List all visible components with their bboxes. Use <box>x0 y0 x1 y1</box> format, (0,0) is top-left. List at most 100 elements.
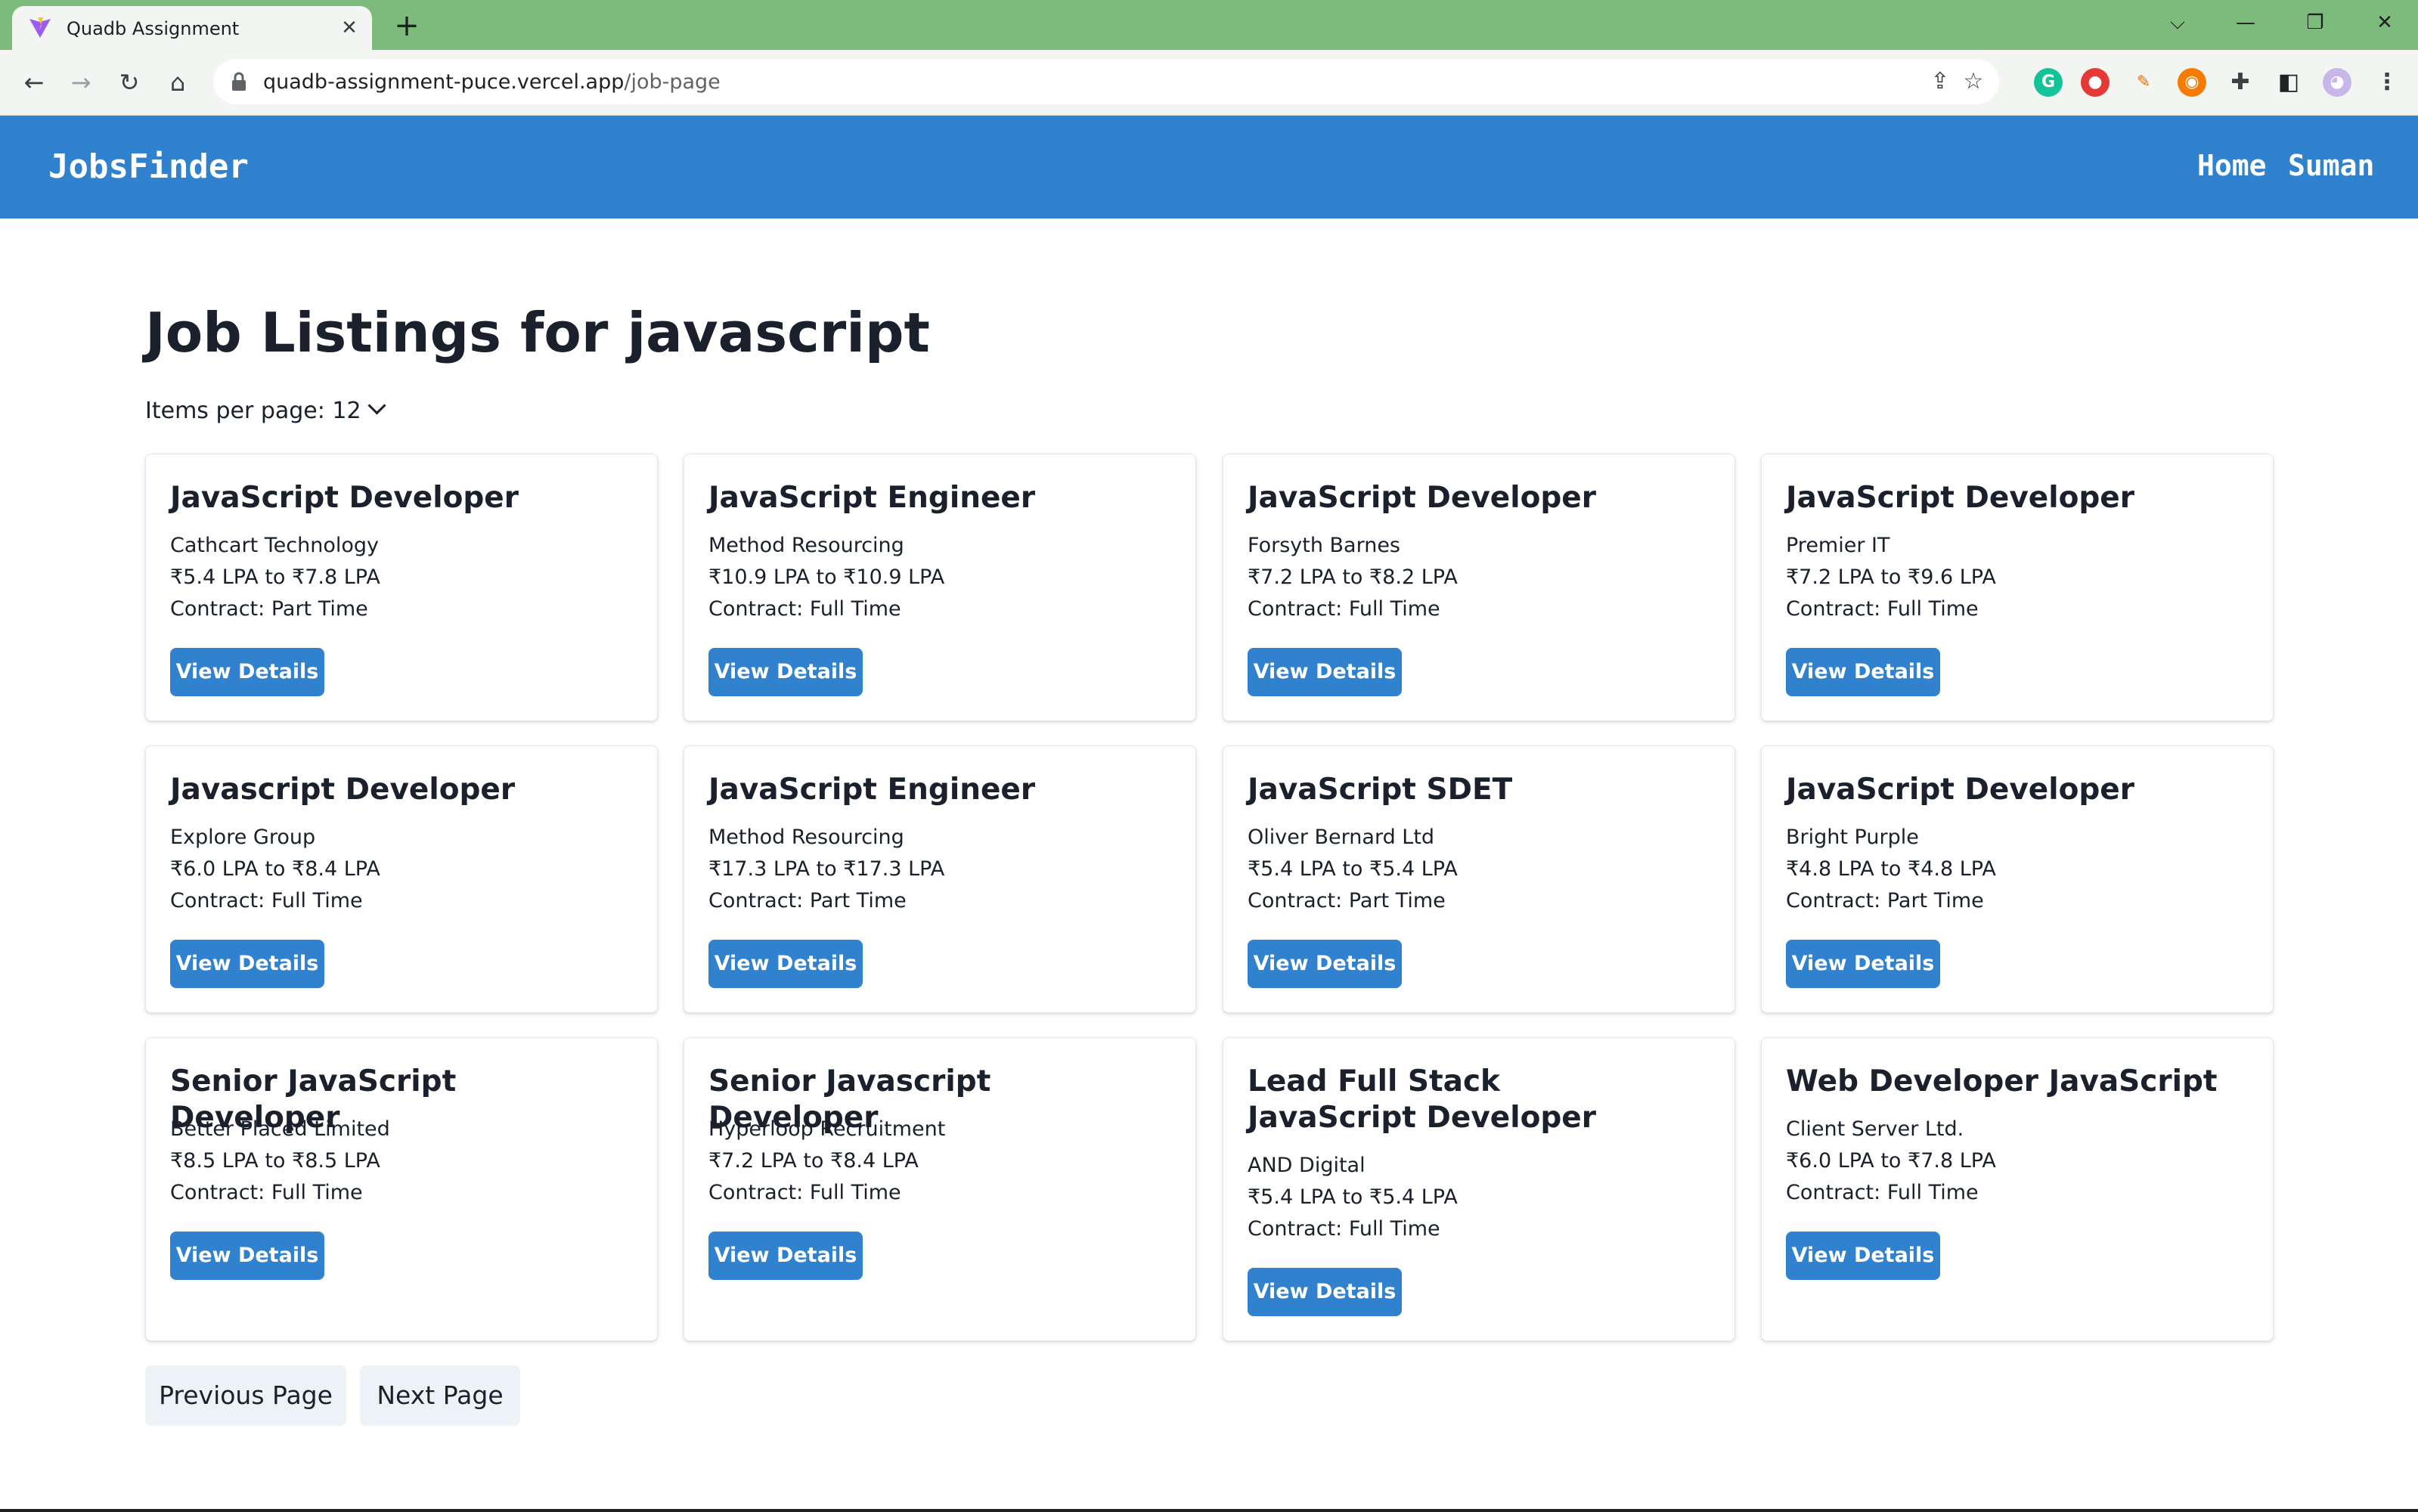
job-company: Premier IT <box>1786 534 1890 557</box>
view-details-button[interactable]: View Details <box>1786 940 1940 988</box>
url-path: /job-page <box>624 70 721 94</box>
view-details-button[interactable]: View Details <box>170 648 324 696</box>
browser-tab-active[interactable]: Quadb Assignment ✕ <box>12 6 372 50</box>
job-company: Method Resourcing <box>708 826 904 849</box>
reload-icon[interactable]: ↻ <box>112 65 147 100</box>
grammarly-extension-icon[interactable]: G <box>2034 68 2063 97</box>
home-icon[interactable]: ⌂ <box>160 65 195 100</box>
chevron-down-icon <box>367 396 386 415</box>
new-tab-plus-icon[interactable]: + <box>390 11 423 44</box>
view-details-button[interactable]: View Details <box>1248 1268 1402 1316</box>
job-contract: Contract: Full Time <box>708 597 901 621</box>
job-company: Forsyth Barnes <box>1248 534 1400 557</box>
view-details-button[interactable]: View Details <box>708 1232 863 1280</box>
url-text: quadb-assignment-puce.vercel.app/job-pag… <box>263 70 721 94</box>
job-contract: Contract: Full Time <box>170 1181 363 1204</box>
browser-menu-icon[interactable]: ⋮ <box>2373 68 2401 97</box>
browser-toolbar: ← → ↻ ⌂ quadb-assignment-puce.vercel.app… <box>0 50 2418 116</box>
job-contract: Contract: Full Time <box>1786 1181 1979 1204</box>
job-salary: ₹7.2 LPA to ₹8.2 LPA <box>1248 565 1458 589</box>
job-card: Web Developer JavaScript Client Server L… <box>1761 1037 2274 1341</box>
job-company: Bright Purple <box>1786 826 1919 849</box>
job-company: Client Server Ltd. <box>1786 1117 1964 1141</box>
tab-title: Quadb Assignment <box>67 18 240 39</box>
job-contract: Contract: Part Time <box>1248 889 1446 912</box>
previous-page-button[interactable]: Previous Page <box>145 1365 346 1426</box>
job-card: JavaScript Developer Premier IT ₹7.2 LPA… <box>1761 454 2274 721</box>
job-salary: ₹5.4 LPA to ₹5.4 LPA <box>1248 1185 1458 1209</box>
lock-icon <box>232 72 246 91</box>
forward-arrow-icon[interactable]: → <box>64 65 98 100</box>
job-card: JavaScript Engineer Method Resourcing ₹1… <box>684 454 1196 721</box>
view-details-button[interactable]: View Details <box>708 648 863 696</box>
extension-orange-icon[interactable]: ◉ <box>2178 68 2206 97</box>
job-salary: ₹5.4 LPA to ₹5.4 LPA <box>1248 857 1458 881</box>
address-bar[interactable]: quadb-assignment-puce.vercel.app/job-pag… <box>213 59 1999 104</box>
profile-avatar[interactable]: ◕ <box>2323 68 2351 97</box>
nav-home-link[interactable]: Home <box>2197 149 2267 182</box>
items-per-page-select[interactable]: Items per page: 12 <box>145 396 386 424</box>
job-company: Explore Group <box>170 826 316 849</box>
job-contract: Contract: Full Time <box>708 1181 901 1204</box>
bookmark-star-icon[interactable]: ☆ <box>1960 68 1987 95</box>
minimize-icon[interactable]: — <box>2226 6 2265 39</box>
window-bottom-border <box>0 1509 2418 1512</box>
view-details-button[interactable]: View Details <box>708 940 863 988</box>
view-details-button[interactable]: View Details <box>1248 940 1402 988</box>
job-contract: Contract: Full Time <box>1248 597 1440 621</box>
job-contract: Contract: Part Time <box>708 889 907 912</box>
job-card: JavaScript Engineer Method Resourcing ₹1… <box>684 745 1196 1013</box>
job-card: Senior Javascript Developer Hyperloop Re… <box>684 1037 1196 1341</box>
job-card: Lead Full Stack JavaScript Developer AND… <box>1223 1037 1735 1341</box>
job-salary: ₹7.2 LPA to ₹8.4 LPA <box>708 1149 919 1173</box>
extensions-puzzle-icon[interactable]: ✚ <box>2226 68 2255 97</box>
vite-logo-icon <box>29 17 51 38</box>
view-details-button[interactable]: View Details <box>1786 648 1940 696</box>
job-company: Method Resourcing <box>708 534 904 557</box>
view-details-button[interactable]: View Details <box>1248 648 1402 696</box>
job-title: JavaScript Developer <box>1248 481 1596 515</box>
job-title: JavaScript Developer <box>1786 481 2134 515</box>
job-contract: Contract: Full Time <box>170 889 363 912</box>
job-salary: ₹4.8 LPA to ₹4.8 LPA <box>1786 857 1996 881</box>
url-host: quadb-assignment-puce.vercel.app <box>263 70 625 94</box>
close-icon[interactable]: ✕ <box>337 16 361 40</box>
job-contract: Contract: Full Time <box>1248 1217 1440 1241</box>
job-title: JavaScript Engineer <box>708 481 1036 515</box>
brand-logo[interactable]: JobsFinder <box>48 147 249 186</box>
items-per-page-label: Items per page: 12 <box>145 398 361 424</box>
job-card: Senior JavaScript Developer Better Place… <box>145 1037 658 1341</box>
restore-icon[interactable]: ❐ <box>2296 6 2335 39</box>
nav-user-link[interactable]: Suman <box>2288 149 2374 182</box>
color-picker-extension-icon[interactable]: ✎ <box>2129 68 2158 97</box>
job-contract: Contract: Part Time <box>1786 889 1984 912</box>
view-details-button[interactable]: View Details <box>1786 1232 1940 1280</box>
pokeball-extension-icon[interactable]: ● <box>2081 68 2110 97</box>
job-title: JavaScript Developer <box>170 481 519 515</box>
job-title: Lead Full Stack JavaScript Developer <box>1248 1064 1596 1135</box>
job-company: Better Placed Limited <box>170 1117 390 1141</box>
view-details-button[interactable]: View Details <box>170 940 324 988</box>
app-header: JobsFinder Home Suman <box>0 116 2418 218</box>
job-title: JavaScript Developer <box>1786 773 2134 807</box>
back-arrow-icon[interactable]: ← <box>17 65 51 100</box>
job-title: Javascript Developer <box>170 773 516 807</box>
job-salary: ₹8.5 LPA to ₹8.5 LPA <box>170 1149 380 1173</box>
window-close-icon[interactable]: ✕ <box>2365 6 2404 39</box>
job-salary: ₹10.9 LPA to ₹10.9 LPA <box>708 565 945 589</box>
job-salary: ₹17.3 LPA to ₹17.3 LPA <box>708 857 945 881</box>
view-details-button[interactable]: View Details <box>170 1232 324 1280</box>
job-salary: ₹6.0 LPA to ₹8.4 LPA <box>170 857 380 881</box>
job-title: Web Developer JavaScript <box>1786 1064 2218 1098</box>
job-card: JavaScript Developer Cathcart Technology… <box>145 454 658 721</box>
job-company: Cathcart Technology <box>170 534 379 557</box>
job-card: JavaScript Developer Forsyth Barnes ₹7.2… <box>1223 454 1735 721</box>
share-icon[interactable]: ⇪ <box>1927 68 1954 95</box>
job-company: Hyperloop Recruitment <box>708 1117 946 1141</box>
side-panel-icon[interactable]: ◧ <box>2274 68 2303 97</box>
tab-search-chevron-icon[interactable]: ⌵ <box>2158 6 2197 39</box>
next-page-button[interactable]: Next Page <box>360 1365 520 1426</box>
job-salary: ₹5.4 LPA to ₹7.8 LPA <box>170 565 380 589</box>
job-salary: ₹7.2 LPA to ₹9.6 LPA <box>1786 565 1996 589</box>
job-card: Javascript Developer Explore Group ₹6.0 … <box>145 745 658 1013</box>
